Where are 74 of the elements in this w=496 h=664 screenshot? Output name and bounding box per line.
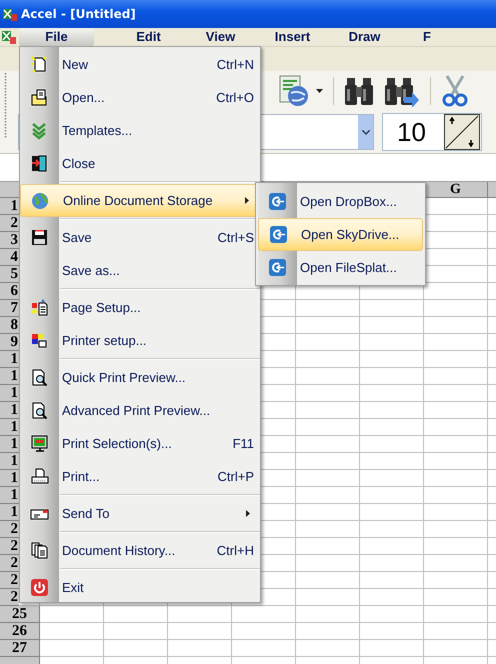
row-header[interactable]: 1 bbox=[0, 368, 19, 385]
menu-item[interactable]: Draw bbox=[330, 28, 399, 46]
row-header[interactable]: 1 bbox=[0, 402, 19, 419]
menu-item[interactable]: Open FileSplat... bbox=[258, 251, 423, 284]
menu-item[interactable]: F bbox=[423, 28, 431, 46]
row-header[interactable]: 7 bbox=[0, 300, 19, 317]
row-header[interactable]: 6 bbox=[0, 283, 19, 300]
close-door-icon bbox=[30, 154, 49, 173]
row-header[interactable]: 5 bbox=[0, 266, 19, 283]
globe-icon bbox=[31, 191, 50, 210]
menu-item[interactable]: Print... Ctrl+P bbox=[20, 460, 260, 493]
app-menu-icon[interactable] bbox=[1, 29, 17, 45]
row-header[interactable]: 2 bbox=[0, 572, 19, 589]
menu-item[interactable]: Advanced Print Preview... bbox=[20, 394, 260, 427]
row-header[interactable]: 1 bbox=[0, 198, 19, 215]
menu-item[interactable]: Open SkyDrive... bbox=[258, 218, 423, 251]
dropdown-caret-icon[interactable] bbox=[316, 89, 323, 93]
menu-item[interactable]: Close bbox=[20, 147, 260, 180]
row-header[interactable]: 3 bbox=[0, 232, 19, 249]
menu-item[interactable]: Quick Print Preview... bbox=[20, 361, 260, 394]
column-header[interactable]: G bbox=[424, 182, 488, 198]
row-header[interactable]: 9 bbox=[0, 334, 19, 351]
menu-item[interactable]: View bbox=[186, 28, 255, 46]
row-header[interactable]: 1 bbox=[0, 453, 19, 470]
print-preview-icon bbox=[30, 368, 49, 387]
menu-item[interactable]: Print Selection(s)... F11 bbox=[20, 427, 260, 460]
grid-corner bbox=[0, 182, 19, 198]
menu-item[interactable]: File bbox=[19, 28, 94, 46]
row-header[interactable]: 1 bbox=[0, 436, 19, 453]
documents-icon bbox=[30, 541, 49, 560]
spin-button-icon[interactable] bbox=[444, 114, 480, 150]
menu-item[interactable]: Insert bbox=[258, 28, 327, 46]
menu-item[interactable]: Edit bbox=[114, 28, 183, 46]
menu-item[interactable]: New Ctrl+N bbox=[20, 48, 260, 81]
printer-icon bbox=[30, 467, 49, 486]
row-header[interactable]: 2 bbox=[0, 215, 19, 232]
row-header[interactable]: 2 bbox=[0, 521, 19, 538]
row-header[interactable]: 2 bbox=[0, 589, 19, 606]
row-header[interactable]: 26 bbox=[0, 623, 40, 640]
font-size-value: 10 bbox=[397, 116, 426, 148]
row-header[interactable]: 1 bbox=[0, 419, 19, 436]
monitor-icon bbox=[30, 434, 49, 453]
menu-item[interactable]: Document History... Ctrl+H bbox=[20, 534, 260, 567]
menu-item[interactable]: Exit bbox=[20, 571, 260, 604]
print-preview-icon bbox=[30, 401, 49, 420]
font-size-field[interactable]: 10 bbox=[382, 113, 482, 151]
menu-item[interactable]: Page Setup... bbox=[20, 291, 260, 324]
menu-item[interactable]: Templates... bbox=[20, 114, 260, 147]
menu-item[interactable]: Send To bbox=[20, 497, 260, 530]
open-folder-icon bbox=[30, 88, 49, 107]
row-header[interactable]: 2 bbox=[0, 538, 19, 555]
row-header[interactable]: 1 bbox=[0, 385, 19, 402]
scissors-icon[interactable] bbox=[441, 74, 469, 108]
globe-document-icon[interactable] bbox=[278, 74, 310, 108]
menu-item[interactable]: Open... Ctrl+O bbox=[20, 81, 260, 114]
window-title: Accel - [Untitled] bbox=[21, 7, 136, 21]
menu-item[interactable]: Open DropBox... bbox=[258, 185, 423, 218]
row-header[interactable]: 4 bbox=[0, 249, 19, 266]
row-header[interactable]: 27 bbox=[0, 640, 40, 657]
app-icon bbox=[2, 6, 18, 22]
binoculars-icon[interactable] bbox=[344, 75, 374, 107]
row-header[interactable]: 2 bbox=[0, 555, 19, 572]
row-header[interactable]: 1 bbox=[0, 470, 19, 487]
row-header[interactable]: 1 bbox=[0, 504, 19, 521]
power-icon bbox=[30, 578, 49, 597]
row-header[interactable]: 8 bbox=[0, 317, 19, 334]
binoculars-arrow-icon[interactable] bbox=[384, 75, 420, 107]
page-setup-icon bbox=[30, 298, 49, 317]
menu-item[interactable]: Printer setup... bbox=[20, 324, 260, 357]
row-header[interactable]: 1 bbox=[0, 351, 19, 368]
new-document-icon bbox=[30, 55, 49, 74]
printer-setup-icon bbox=[30, 331, 49, 350]
row-header[interactable]: 25 bbox=[0, 606, 40, 623]
row-header[interactable]: 1 bbox=[0, 487, 19, 504]
